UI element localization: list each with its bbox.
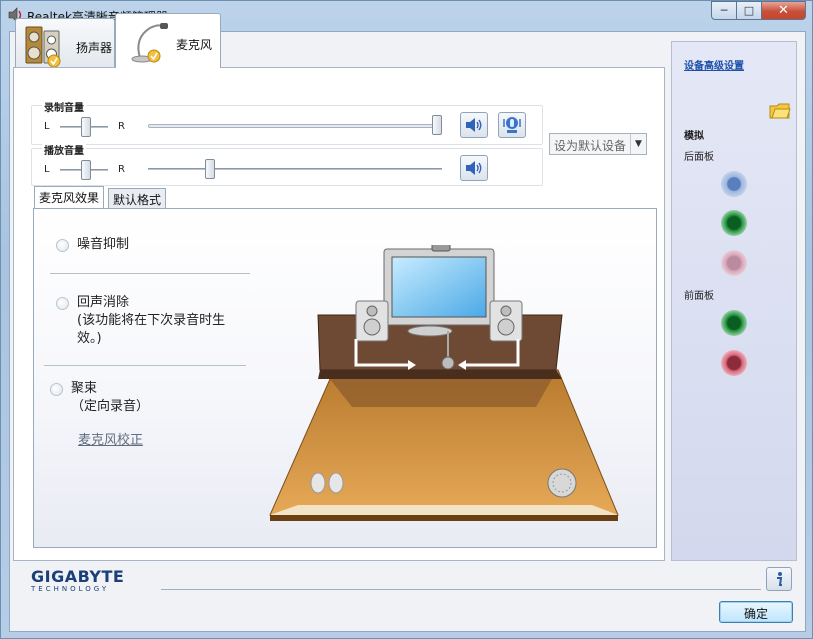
playback-right-label: R <box>118 164 125 175</box>
tab-microphone-label: 麦克风 <box>176 38 213 52</box>
playback-balance-slider[interactable] <box>81 160 91 180</box>
tab-speaker[interactable]: 扬声器 <box>15 18 115 68</box>
front-jack-green[interactable] <box>721 310 747 336</box>
rear-jack-blue[interactable] <box>721 171 747 197</box>
beam-forming-note: （定向录音） <box>71 399 150 414</box>
speaker-volume-icon <box>466 161 482 175</box>
app-window: Realtek高清晰音频管理器 ─ □ ✕ 扬声器 麦克风 录制音量 L R 播… <box>0 0 813 639</box>
beam-forming-radio[interactable] <box>50 383 63 396</box>
tab-default-format[interactable]: 默认格式 <box>108 188 167 208</box>
recording-left-label: L <box>44 121 50 132</box>
advanced-settings-link[interactable]: 设备高级设置 <box>684 57 744 72</box>
set-default-device-label: 设为默认设备 <box>554 139 627 153</box>
maximize-button[interactable]: □ <box>737 1 762 20</box>
connector-panel: 设备高级设置 模拟 后面板 前面板 <box>671 41 797 561</box>
noise-suppression-option[interactable]: 噪音抑制 <box>56 236 129 254</box>
echo-note-line1: (该功能将在下次录音时生 <box>77 313 226 328</box>
speaker-icon <box>25 26 61 67</box>
mic-calibration-link[interactable]: 麦克风校正 <box>78 429 143 448</box>
playback-volume-track <box>148 168 442 170</box>
echo-cancel-label: 回声消除 <box>77 295 130 310</box>
beam-forming-option[interactable]: 聚束 （定向录音） <box>50 380 149 416</box>
gigabyte-logo: GIGABYTE TECHNOLOGY <box>31 567 124 593</box>
folder-icon[interactable] <box>769 102 791 120</box>
set-default-device-dropdown[interactable]: 设为默认设备 ▼ <box>549 133 647 155</box>
microphone-icon <box>131 23 168 63</box>
speaker-volume-icon <box>466 118 482 132</box>
info-button[interactable] <box>766 567 792 591</box>
echo-cancel-radio[interactable] <box>56 297 69 310</box>
tab-speaker-label: 扬声器 <box>76 41 113 55</box>
recording-volume-track <box>148 124 442 128</box>
chevron-down-icon: ▼ <box>630 134 646 154</box>
noise-suppression-radio[interactable] <box>56 239 69 252</box>
beam-forming-label: 聚束 <box>71 381 98 396</box>
close-button[interactable]: ✕ <box>762 1 806 20</box>
recording-mute-button[interactable] <box>460 112 488 138</box>
tab-mic-effects[interactable]: 麦克风效果 <box>34 186 105 208</box>
recording-monitor-button[interactable] <box>498 112 526 138</box>
desk-illustration <box>269 245 619 521</box>
divider <box>161 589 761 590</box>
playback-mute-button[interactable] <box>460 155 488 181</box>
microphone-monitor-icon <box>503 117 521 133</box>
analog-heading: 模拟 <box>684 131 704 142</box>
ok-button[interactable]: 确定 <box>719 601 793 623</box>
front-jack-pink[interactable] <box>721 350 747 376</box>
minimize-button[interactable]: ─ <box>711 1 737 20</box>
brand-name: GIGABYTE <box>31 567 125 586</box>
rear-panel-label: 后面板 <box>684 152 714 163</box>
divider <box>50 273 250 274</box>
playback-volume-slider[interactable] <box>205 159 215 179</box>
divider <box>44 365 246 366</box>
recording-balance-slider[interactable] <box>81 117 91 137</box>
echo-note-line2: 效。) <box>77 331 102 346</box>
noise-suppression-label: 噪音抑制 <box>77 237 130 252</box>
recording-volume-title: 录制音量 <box>42 99 86 114</box>
rear-jack-pink[interactable] <box>721 250 747 276</box>
tab-microphone[interactable]: 麦克风 <box>115 13 221 68</box>
echo-cancel-option[interactable]: 回声消除 (该功能将在下次录音时生 效。) <box>56 294 225 348</box>
recording-volume-slider[interactable] <box>432 115 442 135</box>
playback-left-label: L <box>44 164 50 175</box>
rear-jack-green[interactable] <box>721 210 747 236</box>
mic-effects-panel: 噪音抑制 回声消除 (该功能将在下次录音时生 效。) 聚束 （定向录音） 麦克风… <box>33 208 657 548</box>
brand-tagline: TECHNOLOGY <box>31 585 110 593</box>
front-panel-label: 前面板 <box>684 291 714 302</box>
info-icon <box>777 572 783 586</box>
recording-right-label: R <box>118 121 125 132</box>
playback-volume-title: 播放音量 <box>42 142 86 157</box>
